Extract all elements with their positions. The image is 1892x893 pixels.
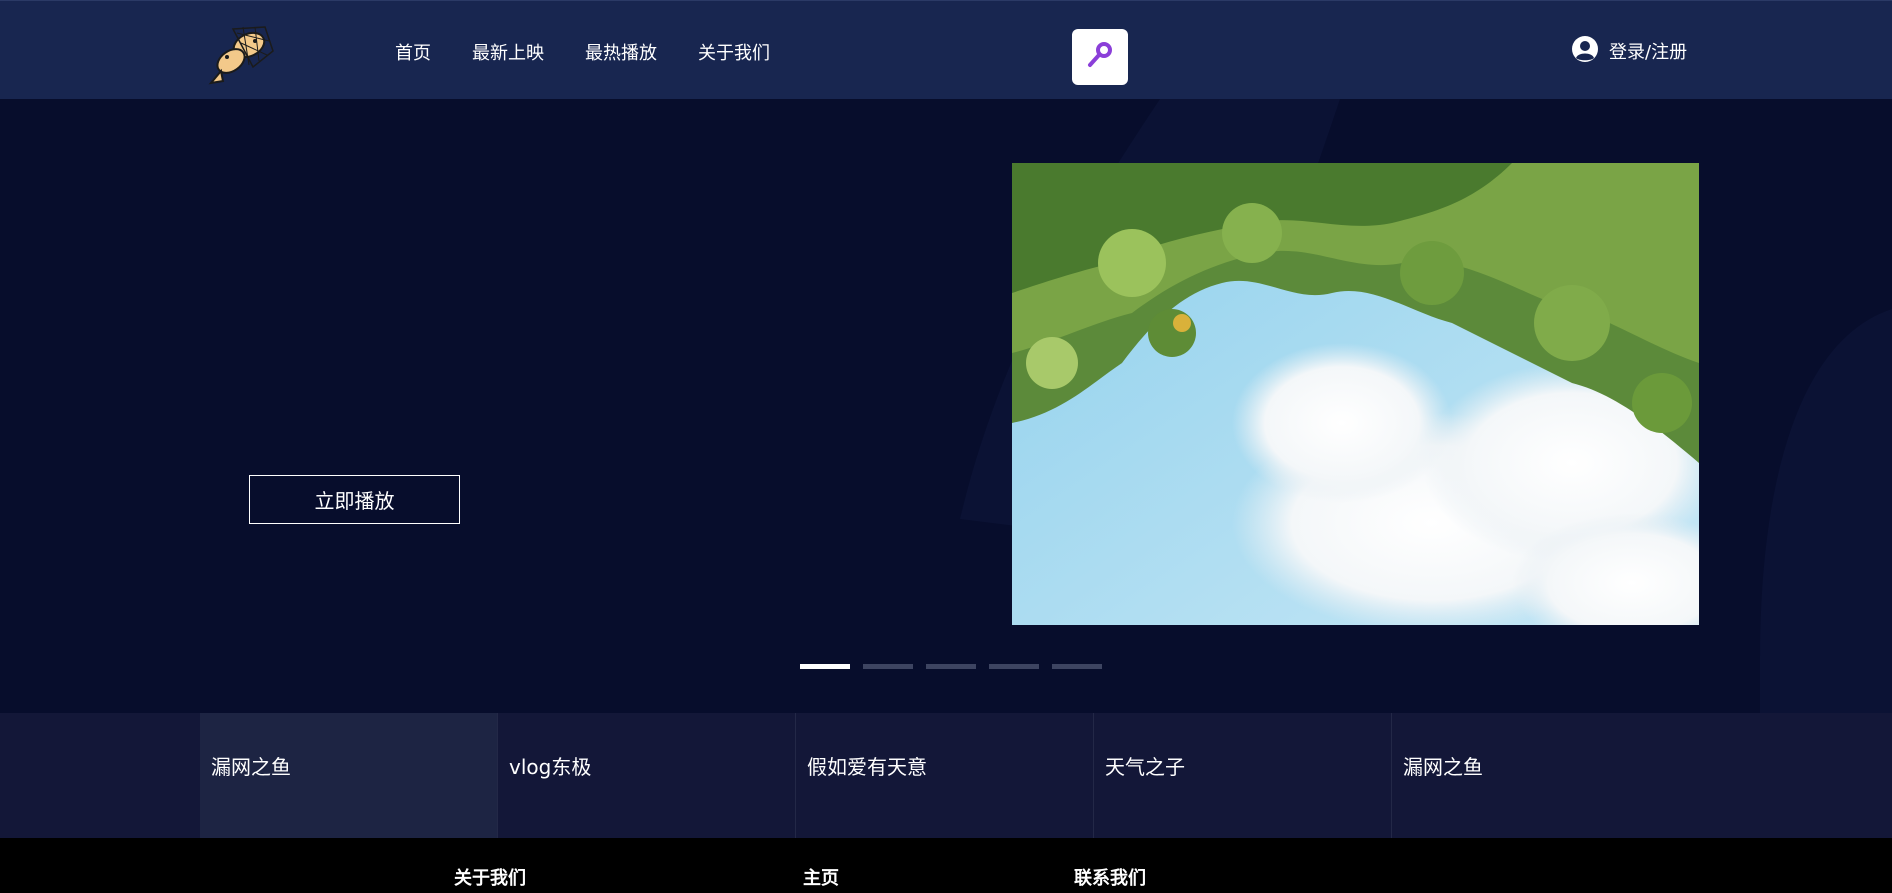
carousel-indicators	[800, 664, 1115, 669]
nav-item-hottest[interactable]: 最热播放	[585, 39, 657, 65]
carousel-dot[interactable]	[1052, 664, 1102, 669]
featured-tab-label: 假如爱有天意	[807, 755, 927, 779]
login-register-link[interactable]: 登录/注册	[1571, 35, 1687, 67]
site-header: 首页 最新上映 最热播放 关于我们 登录/注册	[0, 0, 1892, 99]
login-label: 登录/注册	[1609, 42, 1688, 63]
carousel-dot[interactable]	[800, 664, 850, 669]
play-now-button[interactable]: 立即播放	[249, 475, 460, 524]
featured-tab-label: 漏网之鱼	[211, 755, 291, 779]
featured-tab-4[interactable]: 天气之子	[1094, 713, 1392, 838]
featured-tabs: 漏网之鱼 vlog东极 假如爱有天意 天气之子 漏网之鱼	[0, 713, 1892, 838]
site-footer: 关于我们 主页 联系我们	[0, 838, 1892, 893]
nav-item-home[interactable]: 首页	[395, 39, 431, 65]
main-nav: 首页 最新上映 最热播放 关于我们	[395, 39, 811, 65]
footer-link-contact[interactable]: 联系我们	[1074, 864, 1146, 890]
featured-tab-label: 漏网之鱼	[1403, 755, 1483, 779]
search-icon	[1084, 39, 1116, 75]
carousel-dot[interactable]	[863, 664, 913, 669]
featured-tab-label: 天气之子	[1105, 755, 1185, 779]
nav-item-latest[interactable]: 最新上映	[472, 39, 544, 65]
carousel-dot[interactable]	[926, 664, 976, 669]
footer-link-about[interactable]: 关于我们	[454, 864, 526, 890]
footer-link-home[interactable]: 主页	[803, 864, 839, 890]
hero-banner: 立即播放	[0, 99, 1892, 713]
hero-image[interactable]	[1012, 163, 1699, 625]
featured-tab-2[interactable]: vlog东极	[498, 713, 796, 838]
featured-tab-1[interactable]: 漏网之鱼	[200, 713, 498, 838]
featured-tab-label: vlog东极	[509, 755, 592, 779]
user-icon	[1571, 35, 1599, 67]
featured-tab-5[interactable]: 漏网之鱼	[1392, 713, 1690, 838]
search-button[interactable]	[1072, 29, 1128, 85]
fish-net-logo[interactable]	[203, 21, 279, 91]
featured-tab-3[interactable]: 假如爱有天意	[796, 713, 1094, 838]
nav-item-about[interactable]: 关于我们	[698, 39, 770, 65]
carousel-dot[interactable]	[989, 664, 1039, 669]
